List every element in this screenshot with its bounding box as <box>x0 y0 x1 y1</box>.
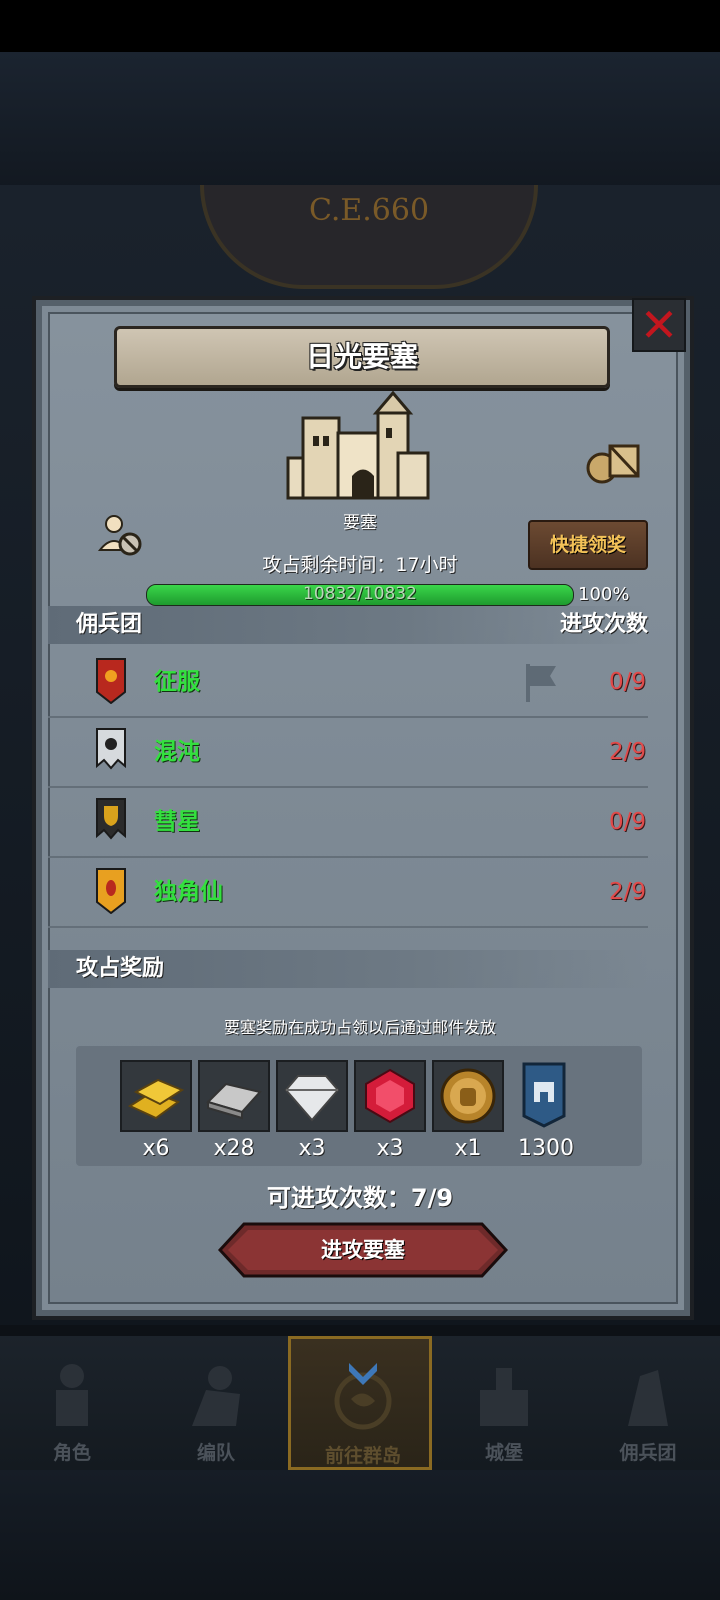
close-icon: ✕ <box>639 298 679 352</box>
rewards-section-header: 攻占奖励 <box>48 950 648 988</box>
no-occupant-icon <box>97 515 142 556</box>
reward-item[interactable]: x3 <box>276 1060 348 1161</box>
sun-banner-icon <box>96 658 126 704</box>
mercenary-section-header: 佣兵团 进攻次数 <box>48 606 648 644</box>
quick-claim-button[interactable]: 快捷领奖 <box>528 520 648 570</box>
top-header-band <box>0 52 720 192</box>
reward-qty: x6 <box>142 1136 170 1161</box>
shield-banner-icon <box>96 798 126 840</box>
reward-qty: x3 <box>298 1136 326 1161</box>
reward-qty: x3 <box>376 1136 404 1161</box>
attack-count: 2/9 <box>608 739 646 765</box>
hp-percent: 100% <box>578 584 630 605</box>
reward-qty: 1300 <box>518 1136 574 1161</box>
dialog-title: 日光要塞 <box>305 340 418 373</box>
mercenary-icon <box>628 1370 668 1426</box>
attack-button-label: 进攻要塞 <box>321 1238 405 1262</box>
nav-label: 编队 <box>196 1442 235 1464</box>
mercenary-name: 独角仙 <box>154 879 223 905</box>
reward-qty: x28 <box>213 1136 255 1161</box>
nav-label: 佣兵团 <box>619 1442 677 1464</box>
reward-item[interactable]: 1300 <box>510 1060 582 1161</box>
nav-character[interactable]: 角色 <box>0 1336 144 1470</box>
attempts-remaining: 可进攻次数：7/9 <box>266 1184 454 1212</box>
reward-item[interactable]: x3 <box>354 1060 426 1161</box>
nav-castle[interactable]: 城堡 <box>432 1336 576 1470</box>
rewards-list: x6 x28 x3 x3 x1 1300 <box>76 1046 642 1166</box>
attack-count: 2/9 <box>608 879 646 905</box>
knight-medal-icon <box>440 1068 496 1124</box>
close-button[interactable]: ✕ <box>632 298 686 352</box>
nav-label: 角色 <box>52 1442 91 1464</box>
remaining-time: 攻占剩余时间：17小时 <box>262 554 458 576</box>
nav-label: 城堡 <box>484 1442 523 1464</box>
mercenary-name: 彗星 <box>154 809 200 835</box>
diamond-icon <box>284 1075 340 1122</box>
reward-item[interactable]: x1 <box>432 1060 504 1161</box>
attack-count: 0/9 <box>608 809 646 835</box>
nav-formation[interactable]: 编队 <box>144 1336 288 1470</box>
mercenary-row[interactable]: 彗星 0/9 <box>48 788 648 858</box>
nav-label: 前往群岛 <box>324 1445 401 1467</box>
attack-count-header: 进攻次数 <box>559 612 648 637</box>
attack-count: 0/9 <box>608 669 646 695</box>
mercenary-name: 混沌 <box>154 739 200 765</box>
hp-value: 10832/10832 <box>303 584 417 604</box>
era-label: C.E.660 <box>308 193 430 228</box>
bottom-area <box>0 1470 720 1600</box>
fortress-hp-bar: 10832/10832 <box>146 584 574 606</box>
character-icon <box>56 1364 88 1426</box>
fortress-castle-icon <box>286 390 430 500</box>
supplies-icon[interactable] <box>586 438 642 484</box>
gold-bars-icon <box>127 1078 185 1120</box>
mercenary-row[interactable]: 混沌 2/9 <box>48 718 648 788</box>
status-bar <box>0 0 720 52</box>
nav-mercenary[interactable]: 佣兵团 <box>576 1336 720 1470</box>
islands-icon <box>334 1363 392 1430</box>
mercenary-row[interactable]: 独角仙 2/9 <box>48 858 648 928</box>
rewards-header: 攻占奖励 <box>76 956 165 981</box>
castle-label: 要塞 <box>343 513 377 533</box>
reward-note: 要塞奖励在成功占领以后通过邮件发放 <box>223 1018 496 1037</box>
formation-icon <box>192 1366 240 1426</box>
mercenary-header: 佣兵团 <box>76 612 143 637</box>
era-dial: C.E.660 <box>200 185 538 289</box>
mercenary-row[interactable]: 征服 0/9 <box>48 648 648 718</box>
castle-icon <box>480 1368 528 1426</box>
fortress-banner-icon <box>522 1062 566 1128</box>
nav-islands[interactable]: 前往群岛 <box>288 1336 432 1470</box>
mercenary-name: 征服 <box>154 669 200 695</box>
title-banner: 日光要塞 <box>114 326 610 388</box>
ruby-icon <box>365 1068 415 1124</box>
flag-icon <box>526 664 556 702</box>
reward-item[interactable]: x28 <box>198 1060 270 1161</box>
skull-banner-icon <box>96 728 126 770</box>
iron-ingot-icon <box>206 1082 262 1120</box>
bottom-nav: 角色 编队 前往群岛 城堡 佣兵团 <box>0 1336 720 1470</box>
reward-qty: x1 <box>454 1136 482 1161</box>
reward-item[interactable]: x6 <box>120 1060 192 1161</box>
quick-claim-label: 快捷领奖 <box>549 534 626 556</box>
beetle-banner-icon <box>96 868 126 914</box>
attack-fortress-button[interactable]: 进攻要塞 <box>217 1222 509 1278</box>
